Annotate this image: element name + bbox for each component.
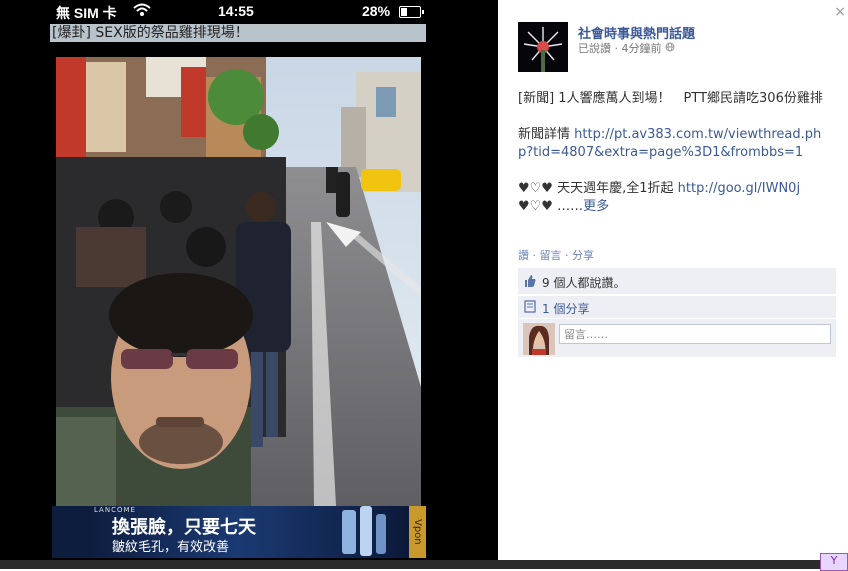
post-body: [新聞] 1人響應萬人到場！ PTT鄉民請吃306份雞排 新聞詳情 http:/…: [518, 90, 836, 234]
post-actions[interactable]: 讚 · 留言 · 分享: [518, 247, 594, 263]
yahoo-icon[interactable]: Y: [820, 553, 848, 571]
likes-summary[interactable]: 9 個人都說讚。: [518, 268, 836, 294]
clock-label: 14:55: [218, 3, 254, 19]
post-paragraph: [新聞] 1人響應萬人到場！ PTT鄉民請吃306份雞排: [518, 90, 836, 108]
post-meta-text: 已說讚 · 4分鐘前: [578, 42, 662, 55]
post-paragraph: 新聞詳情 http://pt.av383.com.tw/viewthread.p…: [518, 126, 836, 162]
post-panel: × 社會時事與熱門話題 已說讚 · 4分鐘前 [新聞] 1人響應萬人到場！ PT…: [498, 0, 848, 569]
ad-banner[interactable]: LANCÔME 換張臉，只要七天 皺紋毛孔，有效改善 Vpon: [52, 506, 426, 558]
like-thumb-icon: [523, 274, 537, 291]
close-icon[interactable]: ×: [834, 4, 846, 20]
post-text: 新聞詳情: [518, 127, 575, 142]
post-text: ♥♡♥ 天天週年慶,全1折起: [518, 181, 678, 196]
shares-text: 1 個分享: [542, 302, 590, 316]
post-text: [新聞] 1人響應萬人到場！ PTT鄉民請吃306份雞排: [518, 91, 823, 106]
wifi-icon: [133, 3, 151, 20]
post-text-suffix: ♥♡♥ ……: [518, 199, 584, 214]
ad-network-logo: Vpon: [409, 506, 426, 558]
page-avatar[interactable]: [518, 22, 568, 72]
globe-icon: [665, 42, 675, 55]
user-avatar: [523, 323, 555, 355]
share-icon: [524, 300, 537, 316]
carrier-label: 無 SIM 卡: [56, 5, 117, 21]
promo-link[interactable]: http://goo.gl/IWN0j: [678, 181, 800, 196]
street-queue-photo[interactable]: [56, 57, 421, 506]
shares-summary[interactable]: 1 個分享: [518, 296, 836, 318]
post-meta: 已說讚 · 4分鐘前: [578, 40, 675, 56]
post-paragraph: ♥♡♥ 天天週年慶,全1折起 http://goo.gl/IWN0j ♥♡♥ ……: [518, 180, 836, 216]
likes-text: 9 個人都說讚。: [542, 276, 626, 290]
photo-viewer: 無 SIM 卡 14:55 28% [爆卦] SEX版的祭品雞排現場！ LANC…: [0, 0, 498, 569]
battery-icon: [399, 6, 424, 18]
ad-subline: 皺紋毛孔，有效改善: [112, 540, 230, 555]
thread-caption: [爆卦] SEX版的祭品雞排現場！: [50, 24, 426, 42]
taskbar-strip: [0, 560, 848, 569]
comment-row: 留言……: [518, 319, 836, 357]
comment-input[interactable]: 留言……: [559, 324, 831, 344]
phone-status-bar: 無 SIM 卡 14:55 28%: [0, 0, 498, 22]
see-more-link[interactable]: 更多: [583, 199, 609, 214]
battery-percent: 28%: [362, 3, 391, 19]
